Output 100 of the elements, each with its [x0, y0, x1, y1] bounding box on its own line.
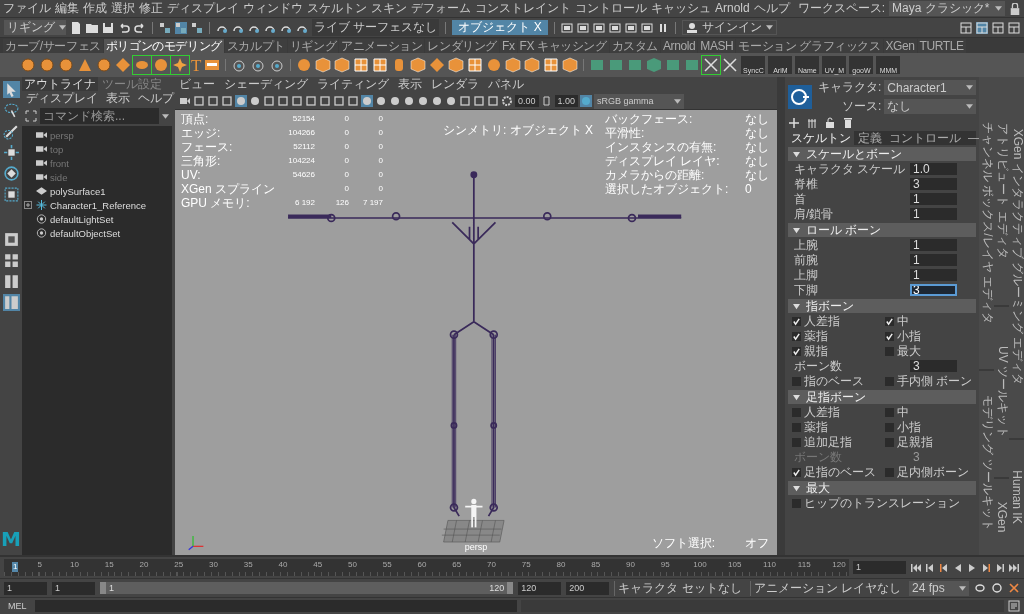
menu-item[interactable]: ヘルプ [138, 92, 174, 105]
cross-icon[interactable] [722, 57, 739, 73]
number-field[interactable]: 1 [910, 208, 957, 220]
checkbox[interactable] [885, 346, 894, 356]
shelf-tab[interactable]: アニメーション [339, 39, 425, 53]
checkbox[interactable] [885, 422, 894, 432]
checkbox[interactable] [792, 331, 801, 341]
menu-item[interactable]: 作成 [83, 2, 107, 15]
playback-end-field[interactable]: 120 [518, 581, 562, 595]
menu-item[interactable]: スケルトン [307, 2, 367, 15]
layout-icon[interactable] [1008, 21, 1020, 34]
sphere-icon[interactable] [296, 57, 313, 73]
next-key-icon[interactable] [980, 562, 992, 573]
camera-icon[interactable] [179, 95, 191, 107]
time-ruler[interactable]: 1 5 10 15 20 25 30 35 40 45 50 55 60 65 70 75 80 85 90 95 100 105 110 115 120 [4, 559, 849, 576]
number-field[interactable]: 3 [910, 360, 957, 372]
menu-item[interactable]: キャッシュ [651, 2, 711, 15]
square-icon[interactable] [333, 95, 345, 107]
outliner-item[interactable]: top [50, 143, 64, 155]
ball-icon[interactable] [153, 57, 169, 73]
menu-item[interactable]: ビュー [179, 78, 215, 92]
number-field[interactable]: 1 [910, 269, 957, 281]
scale-tool-icon[interactable] [2, 186, 20, 203]
render-icon[interactable] [625, 21, 638, 34]
selection-mask-icon[interactable] [191, 21, 203, 34]
square-icon[interactable] [305, 95, 317, 107]
four-view-icon[interactable] [2, 252, 20, 269]
shelf-tab[interactable]: カスタム [609, 39, 660, 53]
new-file-icon[interactable] [70, 21, 82, 34]
outliner-item[interactable]: defaultLightSet [50, 213, 114, 225]
character-dropdown[interactable]: Character1 [884, 80, 976, 95]
square-icon[interactable] [193, 95, 205, 107]
two-view-icon[interactable] [2, 273, 20, 290]
frame-rate-dropdown[interactable]: 24 fps [909, 580, 969, 596]
menu-item[interactable]: ウィンドウ [243, 2, 303, 15]
section-header[interactable]: 足指ボーン [788, 390, 976, 404]
outliner-item[interactable]: defaultObjectSet [50, 227, 121, 239]
cube-icon[interactable] [524, 57, 541, 73]
lock-icon[interactable] [824, 117, 836, 129]
range-slider[interactable]: 1 120 [100, 582, 514, 594]
shelf-tab[interactable]: モーション グラフィックス [736, 39, 883, 53]
checkbox[interactable] [885, 407, 894, 417]
move-tool-icon[interactable] [2, 144, 20, 161]
sign-in-button[interactable]: サインイン [682, 20, 778, 35]
circle-icon[interactable] [249, 95, 261, 107]
script-editor-icon[interactable] [1008, 600, 1020, 612]
outliner-view-icon[interactable] [2, 294, 20, 311]
auto-key-icon[interactable] [991, 582, 1003, 594]
menu-item[interactable]: デフォーム [411, 2, 471, 15]
menu-set-dropdown[interactable]: リギング [4, 20, 66, 35]
trash-icon[interactable] [842, 117, 854, 129]
menu-item[interactable]: ディスプレイ [167, 2, 239, 15]
shelf-tab[interactable]: MASH [698, 39, 736, 53]
color-space-dropdown[interactable]: sRGB gamma [594, 93, 685, 109]
symmetry-field[interactable]: オブジェクト X [452, 20, 549, 35]
character-icon[interactable] [788, 85, 812, 109]
outliner-item[interactable]: persp [50, 129, 74, 141]
plus-icon[interactable] [788, 117, 800, 129]
pivot-icon[interactable] [250, 57, 267, 73]
checkbox[interactable] [792, 467, 801, 477]
square-icon[interactable] [291, 95, 303, 107]
menu-item[interactable]: 編集 [55, 2, 79, 15]
current-frame-field[interactable]: 1 [853, 561, 906, 574]
menu-item[interactable]: ファイル [3, 2, 51, 15]
grid-icon[interactable] [467, 57, 484, 73]
go-to-start-icon[interactable] [910, 562, 922, 573]
diamond-icon[interactable] [115, 57, 131, 73]
square-icon[interactable] [347, 95, 359, 107]
layout-icon[interactable] [976, 21, 988, 34]
grid-icon[interactable] [543, 57, 560, 73]
ball-icon[interactable] [486, 57, 503, 73]
menu-item[interactable]: ライティング [317, 78, 389, 92]
panel-tab[interactable]: スケルトン [788, 131, 854, 145]
checkbox[interactable] [885, 437, 894, 447]
side-panel-tab[interactable]: アトリビュート エディタ [994, 77, 1009, 305]
checkbox[interactable] [792, 316, 801, 326]
side-panel-tab[interactable]: Human IK [1009, 439, 1024, 555]
command-input[interactable] [34, 600, 518, 612]
plane-icon[interactable] [134, 57, 150, 73]
menu-item[interactable]: コントロール [575, 2, 647, 15]
menu-item[interactable]: ヘルプ [753, 2, 790, 15]
square-icon[interactable] [207, 95, 219, 107]
cube-icon[interactable] [334, 57, 351, 73]
star-icon[interactable] [172, 57, 188, 73]
circle-icon[interactable] [431, 95, 443, 107]
checkbox[interactable] [792, 498, 801, 508]
expand-icon[interactable] [24, 201, 32, 209]
side-panel-tab[interactable]: チャンネル ボックス/レイヤ エディタ [979, 77, 994, 369]
rotate-tool-icon[interactable] [2, 165, 20, 182]
render-icon[interactable] [561, 21, 574, 34]
shelf-tab[interactable]: ポリゴンのモデリング [103, 39, 224, 53]
panel-tab[interactable]: コントロール [886, 131, 964, 145]
end-frame-field[interactable]: 200 [566, 581, 610, 595]
playback-start-field[interactable]: 1 [52, 581, 95, 595]
menu-item[interactable]: レンダラ [431, 78, 479, 92]
side-panel-tab[interactable]: UV ツールキット [994, 306, 1009, 478]
square-icon[interactable] [277, 95, 289, 107]
script-language-button[interactable]: MEL [4, 601, 31, 611]
shelf-tab[interactable]: TURTLE [917, 39, 966, 53]
layout-icon[interactable] [960, 21, 972, 34]
